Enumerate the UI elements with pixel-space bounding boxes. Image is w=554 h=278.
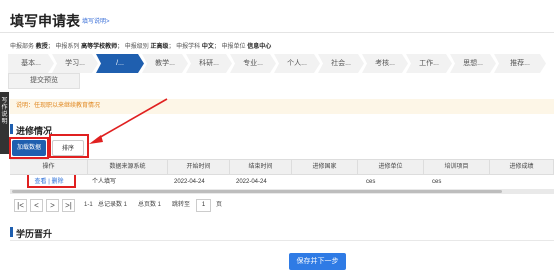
unit-label: 申报单位: [221, 44, 246, 50]
action-separator: |: [48, 179, 50, 185]
step-tab-professional[interactable]: 专业...: [230, 54, 276, 73]
cell-country: [298, 175, 358, 189]
step-tab-social[interactable]: 社会...: [318, 54, 364, 73]
step-tabs: 基本... 学习... /... 教学... 科研... 专业... 个人...…: [8, 54, 554, 73]
series-value: 高等学校教师: [81, 44, 118, 50]
goto-label: 跳转至: [172, 202, 191, 208]
col-header-start: 开始时间: [168, 160, 230, 174]
step-tab-recommend[interactable]: 推荐...: [494, 54, 546, 73]
step-tab-ideology[interactable]: 思想...: [450, 54, 496, 73]
col-header-score: 进修成绩: [490, 160, 554, 174]
step-tab-study[interactable]: 学习...: [52, 54, 98, 73]
cell-project: ces: [432, 179, 442, 185]
step-tab-research[interactable]: 科研...: [186, 54, 232, 73]
total-pages: 总页数 1: [138, 202, 162, 208]
col-header-end: 结束时间: [230, 160, 292, 174]
level-value: 正高级: [150, 44, 169, 50]
cell-end: 2022-04-24: [236, 179, 267, 185]
save-next-button[interactable]: 保存并下一步: [289, 253, 346, 270]
page-title: 填写申请表: [10, 13, 80, 29]
delete-link[interactable]: 删除: [51, 179, 63, 185]
page-number-input[interactable]: 1: [196, 199, 211, 212]
total-records: 总记录数 1: [98, 202, 128, 208]
level-label: 申报级别: [124, 44, 149, 50]
step-tab-assessment[interactable]: 考核...: [362, 54, 408, 73]
step-tab-personal[interactable]: 个人...: [274, 54, 320, 73]
last-page-button[interactable]: >|: [62, 199, 75, 212]
next-page-button[interactable]: >: [46, 199, 59, 212]
section-accent-bar: [10, 124, 13, 134]
col-header-actions: 操作: [10, 160, 88, 174]
section-accent-bar-2: [10, 227, 13, 237]
col-header-project: 培训项目: [424, 160, 490, 174]
col-header-country: 进修国家: [292, 160, 358, 174]
cell-unit: ces: [366, 179, 376, 185]
first-page-button[interactable]: |<: [14, 199, 27, 212]
sidebar-label: 写作说明: [1, 98, 8, 125]
col-header-unit: 进修单位: [358, 160, 424, 174]
subject-label: 申报学科: [176, 44, 201, 50]
col-header-source: 数据来源系统: [88, 160, 168, 174]
subject-value: 中文: [201, 44, 214, 50]
table-header-row: 操作 数据来源系统 开始时间 结束时间 进修国家 进修单位 培训项目 进修成绩: [10, 159, 554, 175]
view-link[interactable]: 查看: [35, 179, 47, 185]
annotation-box-load: [9, 137, 49, 159]
cell-start: 2022-04-24: [174, 179, 205, 185]
header-divider: [0, 32, 554, 33]
series-label: 申报系列: [55, 44, 80, 50]
unit-value: 信息中心: [247, 44, 272, 50]
row-actions: 查看 | 删除: [10, 175, 88, 189]
table-row: 查看 | 删除 个人填写 2022-04-24 2022-04-24 ces c…: [10, 175, 554, 190]
step-tab-teaching[interactable]: 教学...: [142, 54, 188, 73]
applicant-meta: 申报部务 教授； 申报系列 高等学校教师； 申报级别 正高级； 申报学科 中文；…: [10, 44, 272, 50]
dept-value: 教授: [35, 44, 48, 50]
help-link[interactable]: 填写说明>: [82, 16, 110, 25]
step-tab-current[interactable]: /...: [96, 54, 144, 73]
writing-guide-sidebar[interactable]: 写作说明: [0, 92, 9, 154]
step-tab-basic[interactable]: 基本...: [8, 54, 54, 73]
page-range: 1-1: [84, 202, 93, 208]
section-title-degree: 学历晋升: [16, 229, 53, 239]
cell-source: 个人填写: [92, 179, 117, 185]
cell-score: [496, 175, 554, 189]
submit-preview-tab[interactable]: 提交预览: [8, 73, 80, 89]
training-table: 操作 数据来源系统 开始时间 结束时间 进修国家 进修单位 培训项目 进修成绩 …: [10, 159, 554, 190]
table-scrollbar-thumb[interactable]: [12, 190, 502, 193]
page-unit: 页: [216, 202, 223, 208]
annotation-arrow: [89, 98, 168, 144]
step-tab-work[interactable]: 工作...: [406, 54, 452, 73]
prev-page-button[interactable]: <: [30, 199, 43, 212]
section-divider: [10, 240, 554, 241]
dept-label: 申报部务: [10, 44, 35, 50]
